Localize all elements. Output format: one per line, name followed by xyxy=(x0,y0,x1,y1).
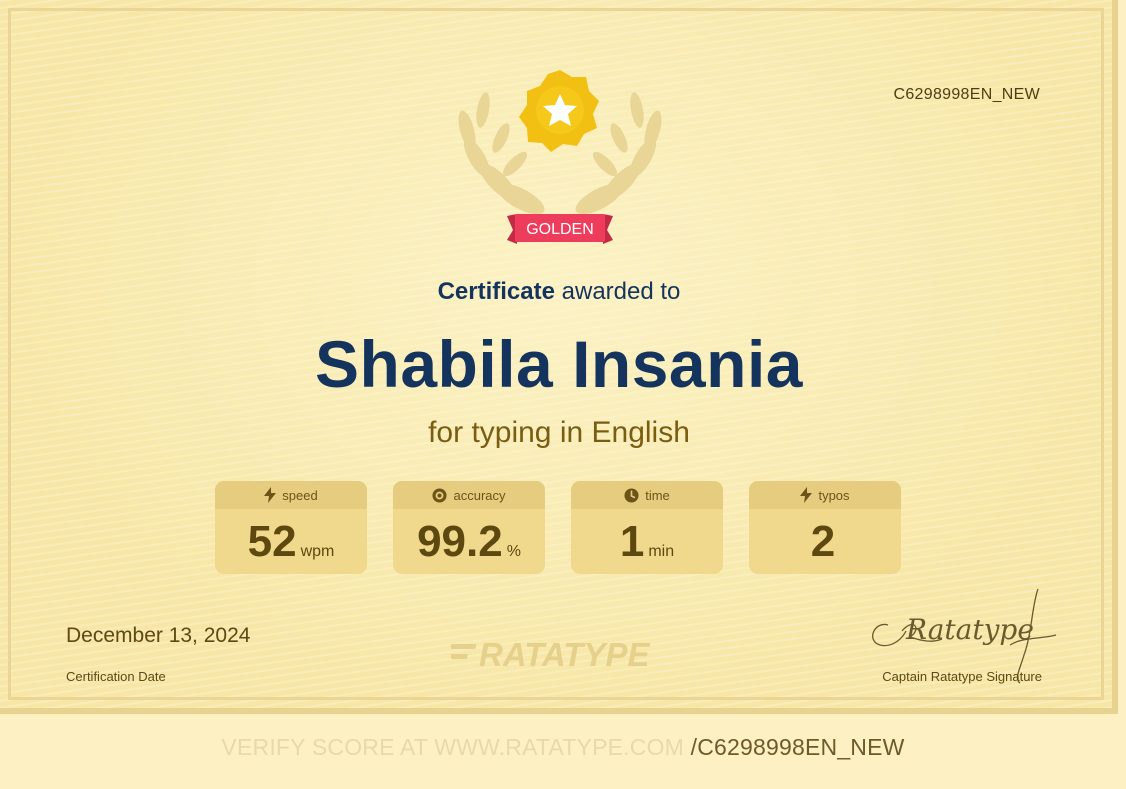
stat-unit: min xyxy=(648,543,675,560)
stat-value: 1 xyxy=(619,517,645,566)
stat-body: 52 wpm xyxy=(215,509,367,574)
clock-icon xyxy=(624,487,639,503)
stat-header: speed xyxy=(215,481,367,509)
stat-header: typos xyxy=(749,481,901,509)
recipient-name: Shabila Insania xyxy=(315,327,803,401)
golden-ribbon-icon: GOLDEN xyxy=(507,214,613,244)
badge-label: GOLDEN xyxy=(526,221,594,238)
lightning-icon xyxy=(264,487,277,503)
stat-label: accuracy xyxy=(453,487,506,503)
lightning-icon xyxy=(800,487,813,503)
stat-card-time: time 1 min xyxy=(571,481,723,574)
stat-label: typos xyxy=(818,487,850,503)
headline-bold: Certificate xyxy=(437,278,555,305)
ratatype-logo: RATATYPE xyxy=(451,636,650,673)
headline-rest: awarded to xyxy=(554,278,681,305)
stat-value: 52 xyxy=(247,517,297,566)
stat-card-speed: speed 52 wpm xyxy=(215,481,367,574)
certification-date: December 13, 2024 xyxy=(66,624,251,647)
stat-header: accuracy xyxy=(393,481,545,509)
verify-score-footer: VERIFY SCORE AT WWW.RATATYPE.COM /C62989… xyxy=(0,734,1126,761)
certificate-id: C6298998EN_NEW xyxy=(893,86,1040,103)
golden-laurel-emblem: GOLDEN xyxy=(458,70,662,244)
stat-header: time xyxy=(571,481,723,509)
stat-body: 99.2 % xyxy=(393,509,545,574)
target-icon xyxy=(432,487,448,503)
certificate-card: C6298998EN_NEW GOLDEN Certificate awarde… xyxy=(0,0,1118,714)
stat-body: 1 min xyxy=(571,509,723,574)
stat-card-typos: typos 2 xyxy=(749,481,901,574)
stat-value: 2 xyxy=(810,517,836,566)
stat-unit: wpm xyxy=(300,543,335,560)
certificate-headline: Certificate awarded to xyxy=(0,278,1118,306)
star-badge-icon xyxy=(519,70,599,152)
brand-wordmark: RATATYPE xyxy=(479,636,650,673)
stat-label: time xyxy=(645,487,670,503)
certification-date-label: Certification Date xyxy=(66,669,166,684)
verify-prefix: VERIFY SCORE AT WWW.RATATYPE.COM xyxy=(221,734,685,760)
verify-code[interactable]: /C6298998EN_NEW xyxy=(691,734,905,760)
stat-body: 2 xyxy=(749,509,901,574)
stat-card-accuracy: accuracy 99.2 % xyxy=(393,481,545,574)
stat-label: speed xyxy=(282,487,318,503)
stat-value: 99.2 xyxy=(417,517,503,566)
stat-unit: % xyxy=(506,543,521,560)
certificate-subject: for typing in English xyxy=(428,416,690,449)
signature-label: Captain Ratatype Signature xyxy=(882,669,1042,684)
signature-text: Ratatype xyxy=(905,613,1034,646)
